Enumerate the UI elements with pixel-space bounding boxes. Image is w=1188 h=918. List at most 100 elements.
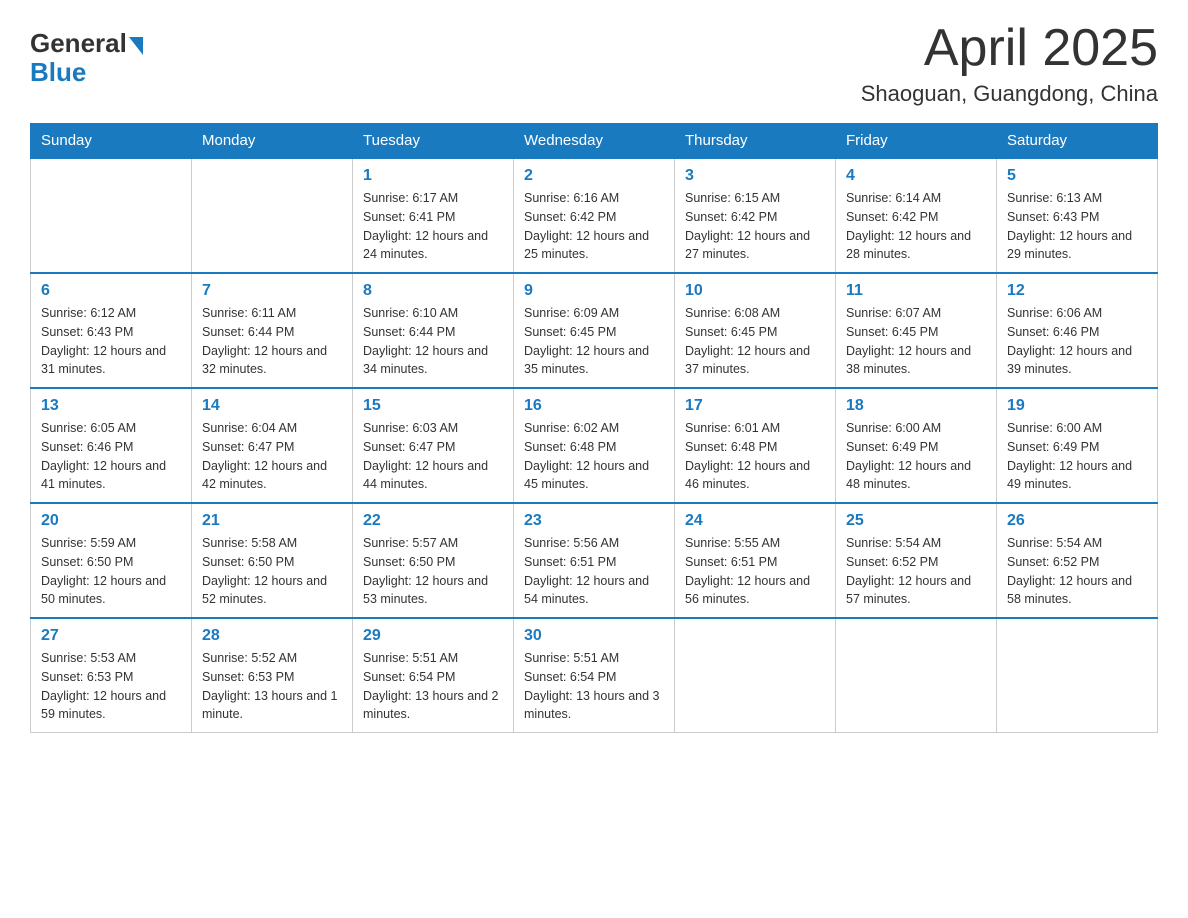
day-info: Sunrise: 6:07 AMSunset: 6:45 PMDaylight:… [846,304,986,379]
day-info: Sunrise: 6:12 AMSunset: 6:43 PMDaylight:… [41,304,181,379]
day-cell: 27 Sunrise: 5:53 AMSunset: 6:53 PMDayligh… [31,618,192,733]
day-info: Sunrise: 6:01 AMSunset: 6:48 PMDaylight:… [685,419,825,494]
day-info: Sunrise: 5:58 AMSunset: 6:50 PMDaylight:… [202,534,342,609]
day-cell: 23 Sunrise: 5:56 AMSunset: 6:51 PMDayligh… [514,503,675,618]
logo: General Blue [30,28,143,88]
day-number: 28 [202,627,342,645]
day-number: 3 [685,167,825,185]
day-cell: 7 Sunrise: 6:11 AMSunset: 6:44 PMDaylight… [192,273,353,388]
day-info: Sunrise: 6:03 AMSunset: 6:47 PMDaylight:… [363,419,503,494]
day-number: 2 [524,167,664,185]
day-cell [192,158,353,273]
day-number: 5 [1007,167,1147,185]
day-number: 7 [202,282,342,300]
day-info: Sunrise: 5:54 AMSunset: 6:52 PMDaylight:… [1007,534,1147,609]
day-cell: 16 Sunrise: 6:02 AMSunset: 6:48 PMDayligh… [514,388,675,503]
day-number: 11 [846,282,986,300]
day-cell: 4 Sunrise: 6:14 AMSunset: 6:42 PMDaylight… [836,158,997,273]
weekday-header: Monday [192,124,353,159]
day-number: 15 [363,397,503,415]
day-number: 18 [846,397,986,415]
day-number: 23 [524,512,664,530]
day-number: 22 [363,512,503,530]
day-number: 19 [1007,397,1147,415]
day-info: Sunrise: 5:56 AMSunset: 6:51 PMDaylight:… [524,534,664,609]
day-cell: 2Sunrise: 6:16 AMSunset: 6:42 PMDaylight… [514,158,675,273]
day-number: 14 [202,397,342,415]
day-cell [31,158,192,273]
page-header: General Blue April 2025 Shaoguan, Guangd… [30,20,1158,107]
weekday-header: Friday [836,124,997,159]
day-cell: 12 Sunrise: 6:06 AMSunset: 6:46 PMDayligh… [997,273,1158,388]
day-info: Sunrise: 6:06 AMSunset: 6:46 PMDaylight:… [1007,304,1147,379]
day-number: 17 [685,397,825,415]
weekday-header: Saturday [997,124,1158,159]
day-cell: 21 Sunrise: 5:58 AMSunset: 6:50 PMDayligh… [192,503,353,618]
day-cell: 30Sunrise: 5:51 AMSunset: 6:54 PMDayligh… [514,618,675,733]
day-cell: 19 Sunrise: 6:00 AMSunset: 6:49 PMDayligh… [997,388,1158,503]
day-info: Sunrise: 6:00 AMSunset: 6:49 PMDaylight:… [846,419,986,494]
day-number: 13 [41,397,181,415]
day-cell: 1Sunrise: 6:17 AMSunset: 6:41 PMDaylight… [353,158,514,273]
day-cell: 13 Sunrise: 6:05 AMSunset: 6:46 PMDayligh… [31,388,192,503]
day-info: Sunrise: 6:04 AMSunset: 6:47 PMDaylight:… [202,419,342,494]
day-cell: 29Sunrise: 5:51 AMSunset: 6:54 PMDayligh… [353,618,514,733]
day-info: Sunrise: 5:57 AMSunset: 6:50 PMDaylight:… [363,534,503,609]
day-cell: 26Sunrise: 5:54 AMSunset: 6:52 PMDayligh… [997,503,1158,618]
day-info: Sunrise: 5:51 AMSunset: 6:54 PMDaylight:… [363,649,503,724]
location-title: Shaoguan, Guangdong, China [861,81,1158,107]
day-info: Sunrise: 6:08 AMSunset: 6:45 PMDaylight:… [685,304,825,379]
day-info: Sunrise: 6:14 AMSunset: 6:42 PMDaylight:… [846,189,986,264]
day-info: Sunrise: 6:05 AMSunset: 6:46 PMDaylight:… [41,419,181,494]
day-cell: 22 Sunrise: 5:57 AMSunset: 6:50 PMDayligh… [353,503,514,618]
day-cell: 9Sunrise: 6:09 AMSunset: 6:45 PMDaylight… [514,273,675,388]
day-number: 9 [524,282,664,300]
weekday-header: Thursday [675,124,836,159]
day-number: 16 [524,397,664,415]
day-info: Sunrise: 6:00 AMSunset: 6:49 PMDaylight:… [1007,419,1147,494]
day-cell: 5 Sunrise: 6:13 AMSunset: 6:43 PMDaylight… [997,158,1158,273]
day-info: Sunrise: 5:55 AMSunset: 6:51 PMDaylight:… [685,534,825,609]
day-number: 21 [202,512,342,530]
title-block: April 2025 Shaoguan, Guangdong, China [861,20,1158,107]
week-row: 27 Sunrise: 5:53 AMSunset: 6:53 PMDayligh… [31,618,1158,733]
day-number: 10 [685,282,825,300]
day-cell: 3Sunrise: 6:15 AMSunset: 6:42 PMDaylight… [675,158,836,273]
day-info: Sunrise: 6:10 AMSunset: 6:44 PMDaylight:… [363,304,503,379]
logo-general-text: General [30,28,127,59]
day-number: 24 [685,512,825,530]
day-info: Sunrise: 5:59 AMSunset: 6:50 PMDaylight:… [41,534,181,609]
day-cell: 10 Sunrise: 6:08 AMSunset: 6:45 PMDayligh… [675,273,836,388]
day-cell: 25Sunrise: 5:54 AMSunset: 6:52 PMDayligh… [836,503,997,618]
week-row: 20Sunrise: 5:59 AMSunset: 6:50 PMDayligh… [31,503,1158,618]
day-cell: 24 Sunrise: 5:55 AMSunset: 6:51 PMDayligh… [675,503,836,618]
day-cell [675,618,836,733]
weekday-header: Tuesday [353,124,514,159]
day-info: Sunrise: 6:11 AMSunset: 6:44 PMDaylight:… [202,304,342,379]
day-cell: 15 Sunrise: 6:03 AMSunset: 6:47 PMDayligh… [353,388,514,503]
day-cell: 20Sunrise: 5:59 AMSunset: 6:50 PMDayligh… [31,503,192,618]
week-row: 13 Sunrise: 6:05 AMSunset: 6:46 PMDayligh… [31,388,1158,503]
day-info: Sunrise: 5:52 AMSunset: 6:53 PMDaylight:… [202,649,342,724]
day-number: 4 [846,167,986,185]
weekday-header: Sunday [31,124,192,159]
day-cell: 8Sunrise: 6:10 AMSunset: 6:44 PMDaylight… [353,273,514,388]
day-info: Sunrise: 5:51 AMSunset: 6:54 PMDaylight:… [524,649,664,724]
day-info: Sunrise: 5:53 AMSunset: 6:53 PMDaylight:… [41,649,181,724]
day-number: 27 [41,627,181,645]
day-number: 25 [846,512,986,530]
day-cell: 6Sunrise: 6:12 AMSunset: 6:43 PMDaylight… [31,273,192,388]
calendar-table: SundayMondayTuesdayWednesdayThursdayFrid… [30,123,1158,733]
day-cell: 18 Sunrise: 6:00 AMSunset: 6:49 PMDayligh… [836,388,997,503]
week-row: 6Sunrise: 6:12 AMSunset: 6:43 PMDaylight… [31,273,1158,388]
day-info: Sunrise: 6:13 AMSunset: 6:43 PMDaylight:… [1007,189,1147,264]
weekday-header: Wednesday [514,124,675,159]
logo-blue-text: Blue [30,57,86,88]
day-info: Sunrise: 6:02 AMSunset: 6:48 PMDaylight:… [524,419,664,494]
day-cell: 14 Sunrise: 6:04 AMSunset: 6:47 PMDayligh… [192,388,353,503]
day-number: 1 [363,167,503,185]
week-row: 1Sunrise: 6:17 AMSunset: 6:41 PMDaylight… [31,158,1158,273]
day-cell: 28 Sunrise: 5:52 AMSunset: 6:53 PMDayligh… [192,618,353,733]
day-number: 12 [1007,282,1147,300]
logo-arrow-icon [129,37,143,55]
